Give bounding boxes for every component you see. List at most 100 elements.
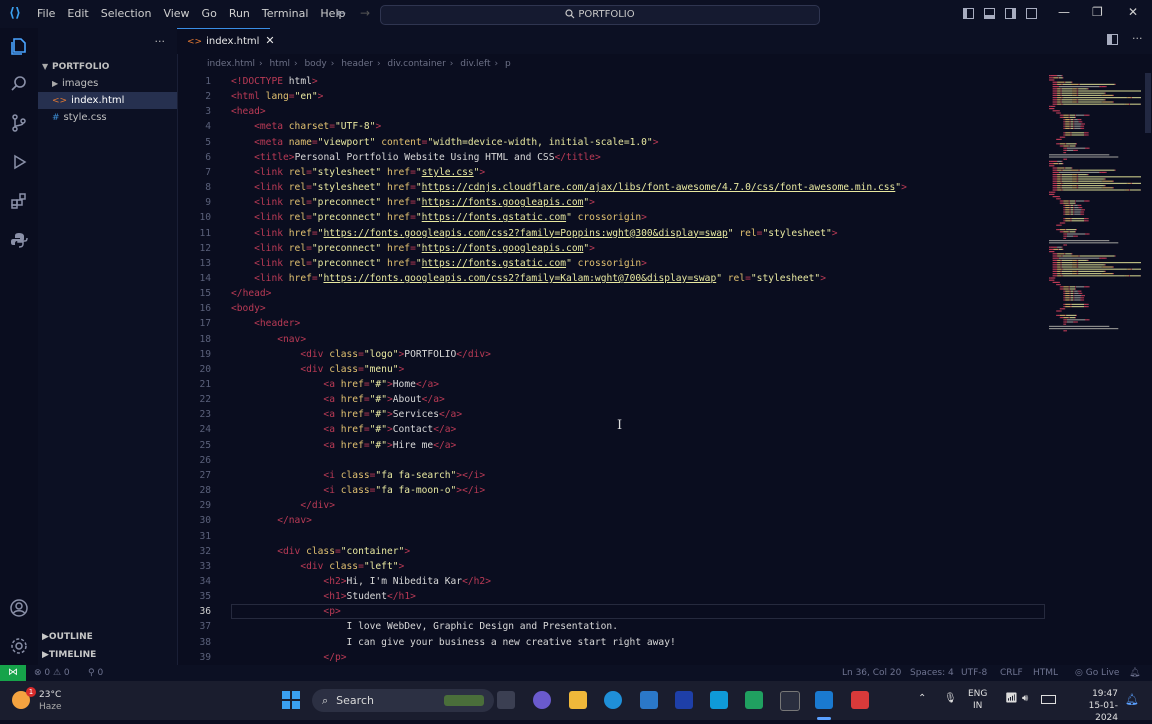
python-icon[interactable]	[9, 230, 29, 250]
problems-indicator[interactable]: ⊗ 0 ⚠ 0	[34, 665, 70, 681]
app-green-icon[interactable]	[745, 691, 763, 709]
code-line[interactable]: 28 <i class="fa fa-moon-o"></i>	[177, 483, 485, 498]
code-line[interactable]: 30 </nav>	[177, 513, 312, 528]
forward-arrow-icon[interactable]: →	[360, 6, 370, 20]
outline-section[interactable]: ▶OUTLINE	[38, 629, 177, 646]
more-actions-icon[interactable]: ···	[155, 28, 166, 55]
explorer-icon[interactable]	[9, 36, 29, 56]
notification-center-icon[interactable]: 🔔︎	[1125, 693, 1139, 706]
code-line[interactable]: 36 <p>	[177, 604, 341, 619]
microphone-icon[interactable]: 🎙︎	[944, 693, 957, 704]
account-icon[interactable]	[9, 598, 29, 618]
breadcrumb-item[interactable]: div.container	[387, 59, 445, 69]
toggle-sidebar-icon[interactable]	[963, 8, 974, 19]
wifi-icon[interactable]: 📶︎	[1005, 693, 1018, 704]
tab-index-html[interactable]: <>index.html✕	[177, 28, 270, 54]
code-line[interactable]: 25 <a href="#">Hire me</a>	[177, 438, 456, 453]
editor-scrollbar[interactable]	[1143, 73, 1152, 665]
code-line[interactable]: 34 <h2>Hi, I'm Nibedita Kar</h2>	[177, 574, 491, 589]
tray-overflow-icon[interactable]: ⌃	[918, 693, 926, 704]
code-line[interactable]: 31	[177, 529, 231, 544]
code-line[interactable]: 21 <a href="#">Home</a>	[177, 377, 439, 392]
code-line[interactable]: 26	[177, 453, 231, 468]
code-line[interactable]: 4 <meta charset="UTF-8">	[177, 119, 381, 134]
menu-go[interactable]: Go	[196, 0, 223, 28]
timeline-section[interactable]: ▶TIMELINE	[38, 647, 177, 664]
go-live-button[interactable]: ◎ Go Live	[1075, 665, 1119, 681]
menu-terminal[interactable]: Terminal	[256, 0, 315, 28]
store-icon[interactable]	[640, 691, 658, 709]
code-line[interactable]: 11 <link href="https://fonts.googleapis.…	[177, 226, 838, 241]
encoding[interactable]: UTF-8	[961, 665, 987, 681]
sidebar-item-images[interactable]: ▶images	[38, 75, 177, 92]
breadcrumb-item[interactable]: div.left	[460, 59, 490, 69]
breadcrumb-item[interactable]: p	[505, 59, 511, 69]
indentation[interactable]: Spaces: 4	[910, 665, 954, 681]
explorer-root-folder[interactable]: ▼PORTFOLIO	[38, 58, 177, 75]
toggle-secondary-sidebar-icon[interactable]	[1005, 8, 1016, 19]
split-editor-icon[interactable]	[1107, 34, 1118, 45]
code-line[interactable]: 15</head>	[177, 286, 271, 301]
code-line[interactable]: 1<!DOCTYPE html>	[177, 74, 318, 89]
code-editor[interactable]: 1<!DOCTYPE html>2<html lang="en">3<head>…	[177, 73, 1047, 665]
menu-selection[interactable]: Selection	[95, 0, 158, 28]
app-l-icon[interactable]	[675, 691, 693, 709]
code-line[interactable]: 29 </div>	[177, 498, 335, 513]
windows-start-icon[interactable]	[282, 691, 300, 709]
code-line[interactable]: 2<html lang="en">	[177, 89, 323, 104]
code-line[interactable]: 24 <a href="#">Contact</a>	[177, 422, 456, 437]
maximize-icon[interactable]: ❐	[1092, 5, 1103, 19]
extensions-icon[interactable]	[9, 191, 29, 211]
breadcrumb-item[interactable]: header	[341, 59, 373, 69]
search-icon[interactable]	[9, 74, 29, 94]
breadcrumb-item[interactable]: body	[304, 59, 326, 69]
notifications-bell-icon[interactable]: 🔔︎	[1129, 665, 1140, 681]
battery-icon[interactable]	[1041, 695, 1056, 704]
language-mode[interactable]: HTML	[1033, 665, 1058, 681]
snipping-tool-icon[interactable]	[851, 691, 869, 709]
sidebar-item-index-html[interactable]: <>index.html	[38, 92, 177, 109]
vscode-taskbar-icon[interactable]	[815, 691, 833, 709]
code-line[interactable]: 8 <link rel="stylesheet" href="https://c…	[177, 180, 907, 195]
scrollbar-thumb[interactable]	[1145, 73, 1151, 133]
code-line[interactable]: 37 I love WebDev, Graphic Design and Pre…	[177, 619, 618, 634]
code-line[interactable]: 3<head>	[177, 104, 266, 119]
menu-edit[interactable]: Edit	[61, 0, 94, 28]
back-arrow-icon[interactable]: ←	[336, 6, 346, 20]
close-tab-icon[interactable]: ✕	[265, 34, 274, 47]
ports-indicator[interactable]: ⚲ 0	[88, 665, 103, 681]
code-line[interactable]: 18 <nav>	[177, 332, 306, 347]
source-control-icon[interactable]	[9, 113, 29, 133]
code-line[interactable]: 33 <div class="left">	[177, 559, 404, 574]
code-line[interactable]: 9 <link rel="preconnect" href="https://f…	[177, 195, 595, 210]
code-line[interactable]: 7 <link rel="stylesheet" href="style.css…	[177, 165, 485, 180]
task-view-icon[interactable]	[497, 691, 515, 709]
menu-run[interactable]: Run	[223, 0, 256, 28]
taskbar-search[interactable]: ⌕Search	[312, 689, 494, 712]
cursor-position[interactable]: Ln 36, Col 20	[842, 665, 901, 681]
sidebar-item-style-css[interactable]: #style.css	[38, 109, 177, 126]
toggle-panel-icon[interactable]	[984, 8, 995, 19]
customize-layout-icon[interactable]	[1026, 8, 1037, 19]
volume-icon[interactable]: 🔊︎	[1022, 693, 1028, 704]
line-ending[interactable]: CRLF	[1000, 665, 1023, 681]
breadcrumb-item[interactable]: index.html	[207, 59, 255, 69]
clock[interactable]: 19:47 15-01-2024	[1070, 688, 1118, 724]
settings-gear-icon[interactable]	[9, 636, 29, 656]
file-explorer-icon[interactable]	[569, 691, 587, 709]
edge-browser-icon[interactable]	[604, 691, 622, 709]
remote-icon[interactable]: ⋈	[0, 665, 26, 681]
code-line[interactable]: 23 <a href="#">Services</a>	[177, 407, 462, 422]
code-line[interactable]: 10 <link rel="preconnect" href="https://…	[177, 210, 647, 225]
code-line[interactable]: 12 <link rel="preconnect" href="https://…	[177, 241, 595, 256]
menu-view[interactable]: View	[157, 0, 195, 28]
code-line[interactable]: 19 <div class="logo">PORTFOLIO</div>	[177, 347, 491, 362]
minimize-icon[interactable]: —	[1058, 5, 1070, 19]
command-center[interactable]: PORTFOLIO	[380, 5, 820, 25]
code-line[interactable]: 35 <h1>Student</h1>	[177, 589, 416, 604]
code-line[interactable]: 5 <meta name="viewport" content="width=d…	[177, 135, 658, 150]
terminal-icon[interactable]	[780, 691, 800, 711]
code-line[interactable]: 27 <i class="fa fa-search"></i>	[177, 468, 485, 483]
minimap[interactable]	[1047, 73, 1143, 333]
run-debug-icon[interactable]	[9, 152, 29, 172]
